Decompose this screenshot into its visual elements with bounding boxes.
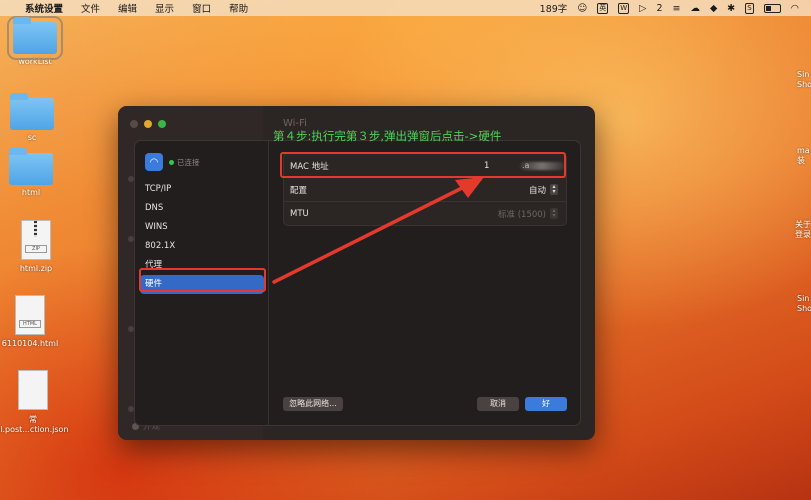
close-button[interactable]	[130, 120, 138, 128]
select-stepper-icon: ▴ ▾	[550, 184, 558, 195]
folder-icon	[10, 93, 54, 130]
stack-icon[interactable]: ≡	[673, 3, 681, 14]
instruction-annotation: 第４步:执行完第３步,弹出弹窗后点击->硬件	[273, 129, 502, 143]
config-label: 配置	[290, 185, 308, 196]
menu-view[interactable]: 显示	[155, 1, 174, 15]
input-method-icon[interactable]: 英	[597, 2, 609, 14]
sheet-nav-tcpip[interactable]: TCP/IP	[140, 180, 264, 199]
sheet-nav-dns[interactable]: DNS	[140, 199, 264, 218]
connection-status: 已连接	[169, 157, 200, 168]
zip-file-icon: ZIP	[21, 220, 51, 260]
desktop-folder-html[interactable]: html	[0, 148, 66, 197]
forget-network-button[interactable]: 忽略此网络...	[283, 397, 343, 411]
desktop-right-label[interactable]: Sin Sho	[797, 294, 811, 314]
menu-app-name[interactable]: 系统设置	[25, 1, 63, 15]
menu-bar: 系统设置 文件 编辑 显示 窗口 帮助 189字 ☺ 英 W ▷ 2 ≡ ☁ ◆…	[0, 0, 811, 16]
sheet-nav-wins[interactable]: WINS	[140, 218, 264, 237]
config-select[interactable]: 自动 ▴ ▾	[529, 184, 558, 196]
window-controls	[130, 120, 166, 128]
desktop-right-label[interactable]: Sin Sho	[797, 70, 811, 90]
bluetooth-icon[interactable]: ✱	[727, 3, 735, 14]
menu-help[interactable]: 帮助	[229, 1, 248, 15]
folder-icon	[9, 148, 53, 185]
html-file-icon: HTML	[15, 295, 45, 335]
app-w-icon[interactable]: W	[618, 2, 630, 14]
desktop-icon-label: workList	[18, 57, 52, 66]
json-file-icon	[18, 370, 48, 410]
desktop-icon-label: 6110104.html	[1, 339, 59, 348]
menu-edit[interactable]: 编辑	[118, 1, 137, 15]
connection-header: ◠ 已连接	[145, 153, 200, 171]
sheet-nav-8021x[interactable]: 802.1X	[140, 237, 264, 256]
menu-window[interactable]: 窗口	[192, 1, 211, 15]
notification-count: 2	[656, 2, 663, 14]
play-icon[interactable]: ▷	[639, 3, 646, 14]
desktop-icon-label: sc	[27, 133, 37, 142]
desktop-folder-sc[interactable]: sc	[0, 93, 67, 142]
hardware-highlight-box	[139, 268, 266, 292]
wechat-icon[interactable]: ☁	[690, 3, 700, 14]
desktop-folder-worklist[interactable]: workList	[0, 16, 70, 66]
word-count-status[interactable]: 189字	[540, 1, 568, 15]
desktop-file-json[interactable]: 常 il.post...ction.json	[0, 370, 69, 434]
select-stepper-icon: ▴ ▾	[550, 208, 558, 219]
minimize-button[interactable]	[144, 120, 152, 128]
s-app-icon[interactable]: S	[745, 2, 754, 14]
desktop-right-label[interactable]: ma 装	[797, 146, 811, 166]
wifi-icon: ◠	[145, 153, 163, 171]
battery-icon[interactable]	[763, 3, 781, 13]
config-row: 配置 自动 ▴ ▾	[284, 178, 566, 202]
desktop-icon-label: html	[21, 188, 41, 197]
desktop-icon-label: html.zip	[19, 264, 53, 273]
desktop-icon-label: 常	[29, 415, 37, 424]
folder-icon	[7, 16, 63, 60]
cancel-button[interactable]: 取消	[477, 397, 519, 411]
wifi-icon[interactable]: ◠	[791, 3, 799, 14]
mtu-select: 标准 (1500) ▴ ▾	[498, 208, 558, 220]
zoom-button[interactable]	[158, 120, 166, 128]
ok-button[interactable]: 好	[525, 397, 567, 411]
mtu-row: MTU 标准 (1500) ▴ ▾	[284, 202, 566, 225]
diamond-icon[interactable]: ◆	[710, 3, 717, 14]
mac-highlight-box	[280, 152, 566, 178]
menu-file[interactable]: 文件	[81, 1, 100, 15]
desktop-icon-label: il.post...ction.json	[0, 425, 69, 434]
connected-dot-icon	[169, 159, 174, 165]
smiley-icon[interactable]: ☺	[577, 3, 587, 14]
desktop-file-html-zip[interactable]: ZIP html.zip	[1, 220, 71, 273]
desktop-file-html[interactable]: HTML 6110104.html	[0, 295, 65, 348]
desktop-right-label[interactable]: 关于 登录	[795, 220, 811, 240]
mtu-label: MTU	[290, 208, 309, 219]
